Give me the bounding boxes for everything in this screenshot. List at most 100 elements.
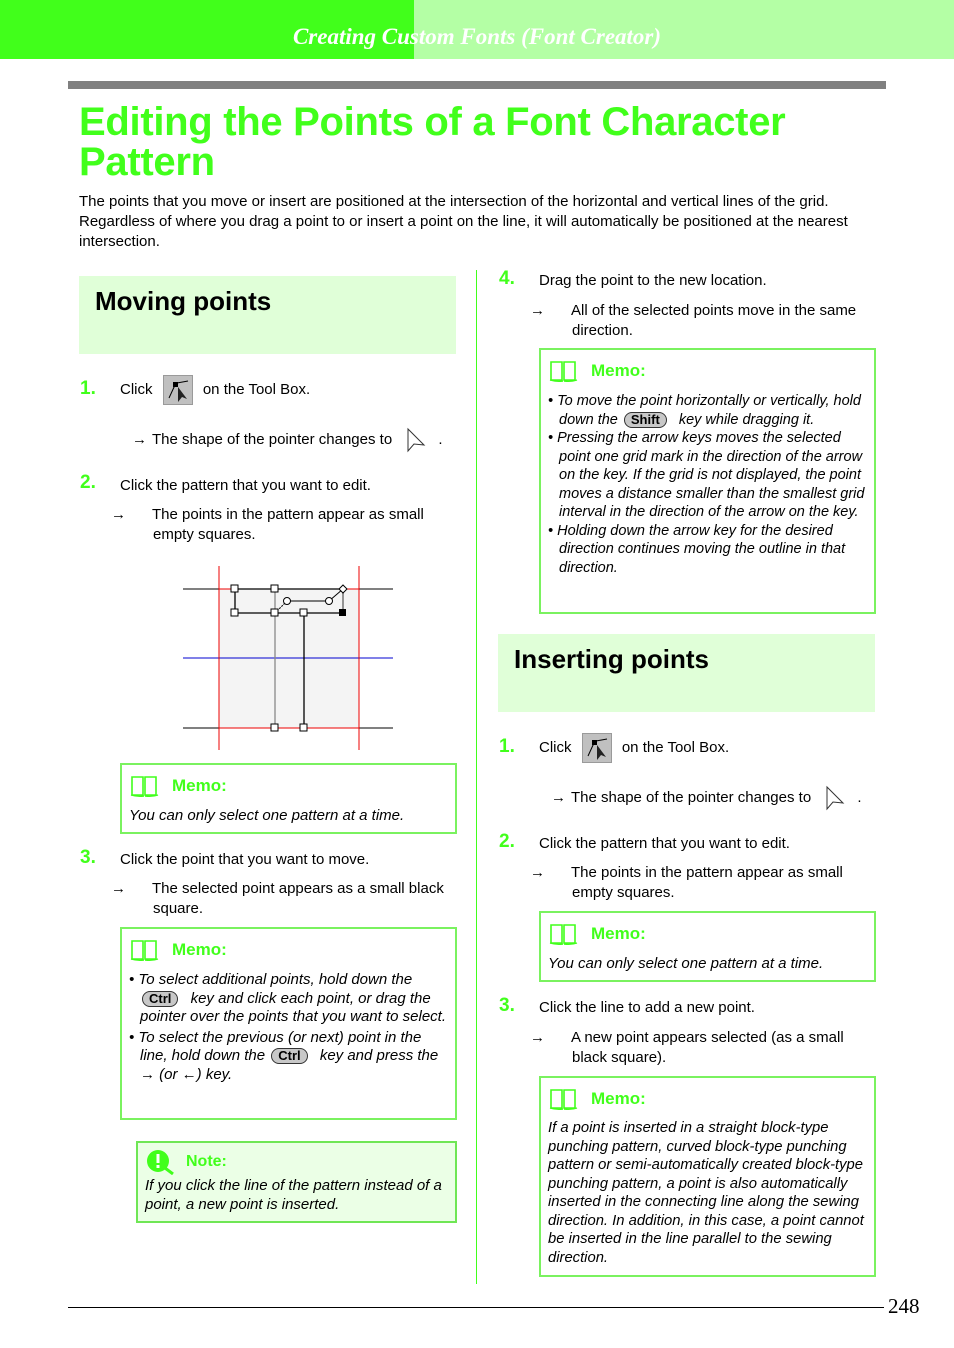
step-text: Click the pattern that you want to edit. xyxy=(539,835,790,852)
result-text: A new point appears selected (as a small… xyxy=(571,1029,844,1066)
note-label: Note: xyxy=(186,1153,227,1170)
result-arrow: → xyxy=(530,1029,545,1046)
result-arrow: → xyxy=(530,864,545,881)
result-arrow: → xyxy=(530,302,545,319)
step-text: Click on the Tool Box. xyxy=(120,375,311,406)
memo-box: Memo: • To select additional points, hol… xyxy=(120,927,457,1120)
memo-text: You can only select one pattern at a tim… xyxy=(129,807,405,824)
step-result: → The points in the pattern appear as sma… xyxy=(111,505,462,545)
memo-header: Memo: xyxy=(549,358,646,384)
memo-bullet: • Holding down the arrow key for the des… xyxy=(548,522,846,576)
point-square xyxy=(270,608,279,617)
note-text: If you click the line of the pattern ins… xyxy=(145,1177,442,1213)
result-text: The shape of the pointer changes to xyxy=(571,789,812,806)
memo-label: Memo: xyxy=(172,940,227,959)
result-text: The points in the pattern appear as smal… xyxy=(571,864,843,901)
chapter-header: Creating Custom Fonts (Font Creator) xyxy=(0,0,954,59)
memo-bullet: • Pressing the arrow keys moves the sele… xyxy=(548,430,865,520)
step-number: 1. xyxy=(80,378,96,399)
point-edit-tool-icon[interactable] xyxy=(581,733,612,764)
note-header: Note: xyxy=(146,1149,227,1175)
arrow-pointer-icon xyxy=(402,425,432,455)
memo-header: Memo: xyxy=(549,1086,646,1112)
step-text-before: Click xyxy=(539,739,572,756)
point-square xyxy=(299,723,308,732)
result-text: The shape of the pointer changes to xyxy=(152,431,393,448)
selected-point xyxy=(339,609,346,616)
point-square xyxy=(270,584,279,593)
result-period: . xyxy=(857,789,862,806)
book-icon xyxy=(130,940,159,962)
book-icon xyxy=(549,1089,578,1111)
pattern-points-diagram xyxy=(183,566,393,750)
section-heading: Inserting points xyxy=(514,644,709,674)
memo-header: Memo: xyxy=(130,773,227,799)
title-rule xyxy=(68,81,886,89)
result-text: The points in the pattern appear as smal… xyxy=(152,506,424,543)
result-text: The selected point appears as a small bl… xyxy=(152,880,444,917)
step-text-before: Click xyxy=(120,381,153,398)
step-text-after: on the Tool Box. xyxy=(202,381,311,398)
memo-label: Memo: xyxy=(172,776,227,795)
point-square xyxy=(299,608,308,617)
chapter-title: Creating Custom Fonts (Font Creator) xyxy=(292,24,662,49)
result-arrow: → xyxy=(132,431,147,448)
memo-header: Memo: xyxy=(130,937,227,963)
point-circle xyxy=(283,597,291,605)
result-period: . xyxy=(438,431,443,448)
memo-bullet: • To move the point horizontally or vert… xyxy=(548,393,861,428)
page-title: Editing the Points of a Font Character P… xyxy=(79,100,786,184)
step-number: 3. xyxy=(499,995,515,1016)
memo-box: Memo: You can only select one pattern at… xyxy=(120,763,457,834)
memo-bullet: • To select additional points, hold down… xyxy=(129,971,447,1025)
step-text: Click the point that you want to move. xyxy=(120,851,370,868)
moving-points-section: Moving points xyxy=(79,276,456,354)
point-edit-tool-icon[interactable] xyxy=(162,375,193,406)
step-result: → The points in the pattern appear as sma… xyxy=(530,863,881,903)
point-circle xyxy=(325,597,333,605)
book-icon xyxy=(130,776,159,798)
section-heading: Moving points xyxy=(95,286,272,316)
step-text: Drag the point to the new location. xyxy=(539,272,767,289)
step-number: 1. xyxy=(499,736,515,757)
result-arrow: → xyxy=(551,789,566,806)
step-number: 3. xyxy=(80,847,96,868)
step-text: Click the line to add a new point. xyxy=(539,999,755,1016)
result-arrow: → xyxy=(111,506,126,523)
memo-box: Memo: If a point is inserted in a straig… xyxy=(539,1076,876,1277)
step-result: → A new point appears selected (as a smal… xyxy=(530,1028,881,1068)
memo-label: Memo: xyxy=(591,361,646,380)
memo-text: • To select additional points, hold down… xyxy=(129,971,449,1084)
column-divider xyxy=(476,270,477,1284)
step-number: 2. xyxy=(80,472,96,493)
memo-bullet: • To select the previous (or next) point… xyxy=(129,1028,439,1083)
step-result: → All of the selected points move in the … xyxy=(530,301,871,341)
point-square xyxy=(230,584,239,593)
arrow-pointer-icon xyxy=(821,783,851,813)
result-text: All of the selected points move in the s… xyxy=(571,302,857,339)
footer-rule xyxy=(68,1307,884,1308)
memo-text: If a point is inserted in a straight blo… xyxy=(548,1120,864,1266)
shift-key: Shift xyxy=(623,411,667,428)
step-text-after: on the Tool Box. xyxy=(621,739,730,756)
step-text: Click the pattern that you want to edit. xyxy=(120,477,371,494)
memo-text: You can only select one pattern at a tim… xyxy=(548,955,824,972)
memo-box: Memo: You can only select one pattern at… xyxy=(539,911,876,982)
ctrl-key: Ctrl xyxy=(271,1048,308,1064)
memo-header: Memo: xyxy=(549,921,646,947)
inserting-points-section: Inserting points xyxy=(498,634,875,712)
note-box: Note: If you click the line of the patte… xyxy=(136,1141,457,1223)
step-result: → The shape of the pointer changes to . xyxy=(551,783,862,813)
page-number: 248 xyxy=(888,1294,920,1318)
point-square xyxy=(270,723,279,732)
step-result: → The selected point appears as a small b… xyxy=(111,879,452,919)
memo-box: Memo: • To move the point horizontally o… xyxy=(539,348,876,614)
book-icon xyxy=(549,924,578,946)
step-result: → The shape of the pointer changes to . xyxy=(132,425,443,455)
ctrl-key: Ctrl xyxy=(142,990,179,1007)
result-arrow: → xyxy=(111,880,126,897)
book-icon xyxy=(549,361,578,383)
intro-paragraph: The points that you move or insert are p… xyxy=(79,193,848,250)
memo-label: Memo: xyxy=(591,924,646,943)
point-square xyxy=(230,608,239,617)
